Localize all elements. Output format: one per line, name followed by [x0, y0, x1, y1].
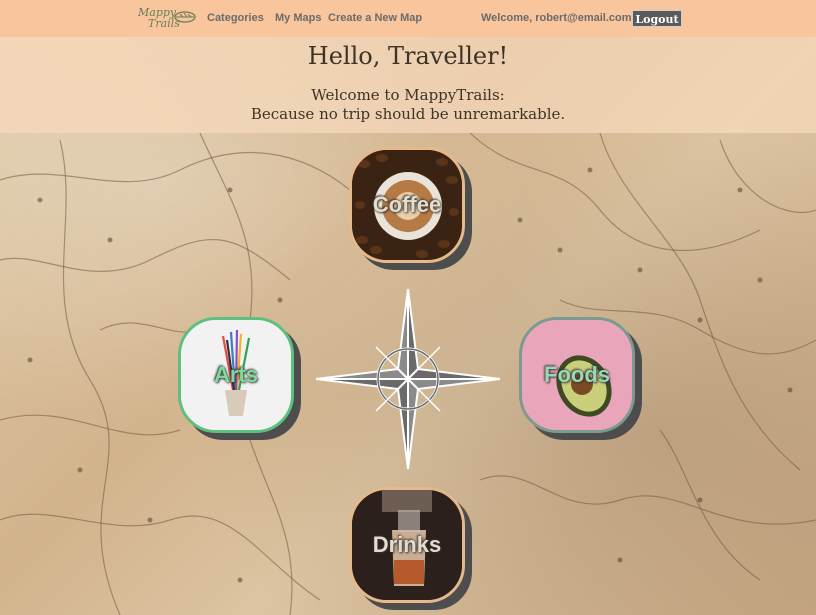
hero-subtitle-line-1: Welcome to MappyTrails: — [311, 86, 505, 104]
nav-link-categories[interactable]: Categories — [207, 12, 264, 24]
welcome-message: Welcome, robert@email.com! — [481, 12, 636, 24]
category-tile-coffee[interactable]: Coffee — [349, 147, 465, 263]
nav-link-create-map[interactable]: Create a New Map — [328, 12, 422, 24]
category-tile-arts[interactable]: Arts — [178, 317, 294, 433]
nav-link-my-maps[interactable]: My Maps — [275, 12, 321, 24]
navbar: Mappy Trails Categories My Maps Create a… — [0, 0, 816, 37]
leaf-icon — [174, 11, 196, 23]
category-tile-drinks[interactable]: Drinks — [349, 487, 465, 603]
hero-subtitle-line-2: Because no trip should be unremarkable. — [250, 105, 566, 123]
logout-button[interactable]: Logout — [632, 10, 682, 27]
hero-title: Hello, Traveller! — [307, 42, 509, 70]
compass-rose-icon — [315, 288, 501, 470]
mappytrails-logo[interactable]: Mappy Trails — [136, 6, 198, 30]
category-label-foods: Foods — [544, 362, 610, 387]
category-label-drinks: Drinks — [372, 532, 442, 557]
category-tile-foods[interactable]: Foods — [519, 317, 635, 433]
category-label-coffee: Coffee — [372, 192, 442, 217]
category-label-arts: Arts — [213, 362, 258, 387]
hero-subtitle: Welcome to MappyTrails: Because no trip … — [0, 86, 816, 124]
